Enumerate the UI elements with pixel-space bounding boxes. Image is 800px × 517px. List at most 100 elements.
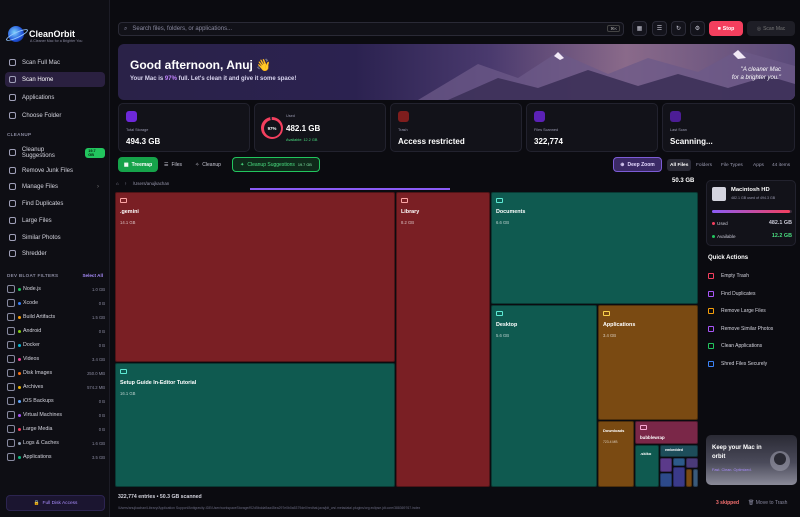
cleanup-suggestions-pill[interactable]: ✦ Cleanup Suggestions 19.7 GB	[232, 157, 320, 172]
checkbox[interactable]	[7, 411, 15, 419]
quick-action-item[interactable]: Find Duplicates	[708, 288, 796, 300]
skipped-count[interactable]: 3 skipped	[716, 500, 739, 506]
bloat-filter-row[interactable]: Disk Images 250.0 MB	[7, 367, 105, 379]
treemap-tile-applications[interactable]: Applications 3.4 GB	[598, 305, 698, 420]
bloat-filter-row[interactable]: Applications 3.5 GB	[7, 451, 105, 463]
list-view-button[interactable]: ☰	[652, 21, 667, 36]
bloat-filter-row[interactable]: Logs & Caches 1.6 GB	[7, 437, 105, 449]
tab-treemap[interactable]: ▦ Treemap	[118, 157, 158, 172]
checkbox[interactable]	[7, 285, 15, 293]
color-dot	[18, 315, 21, 319]
quick-action-item[interactable]: Remove Similar Photos	[708, 323, 796, 335]
checkbox[interactable]	[7, 355, 15, 363]
checkbox[interactable]	[7, 313, 15, 321]
quick-action-item[interactable]: Clean Applications	[708, 340, 796, 352]
move-to-trash-button[interactable]: 🗑 Move to Trash	[748, 500, 787, 506]
bloat-label: Videos	[23, 356, 40, 362]
bloat-filter-row[interactable]: Build Artifacts 1.5 GB	[7, 311, 105, 323]
view-folders[interactable]: Folders	[693, 159, 715, 171]
quick-action-item[interactable]: Empty Trash	[708, 270, 796, 282]
folder-icon	[640, 425, 647, 430]
refresh-button[interactable]: ↻	[671, 21, 686, 36]
treemap-mini-tile[interactable]	[660, 458, 672, 472]
quick-action-item[interactable]: Shred Files Securely	[708, 358, 796, 370]
nav-find-duplicates[interactable]: Find Duplicates	[5, 196, 105, 211]
tile-name: Downloads	[603, 428, 625, 433]
checkbox[interactable]	[7, 383, 15, 391]
bloat-size: 1.5 GB	[91, 314, 105, 320]
nav-label: Find Duplicates	[22, 200, 64, 207]
bloat-filter-row[interactable]: Docker 0 B	[7, 339, 105, 351]
bloat-filter-row[interactable]: Xcode 0 B	[7, 297, 105, 309]
treemap-tile-bubblewrap[interactable]: bubblewrap	[635, 421, 698, 444]
action-label: Find Duplicates	[721, 290, 756, 297]
nav-large-files[interactable]: Large Files	[5, 213, 105, 228]
select-all-link[interactable]: Select All	[82, 273, 103, 278]
bloat-size: 3.4 GB	[91, 356, 105, 362]
nav-shredder[interactable]: Shredder	[5, 246, 105, 261]
settings-button[interactable]: ⚙	[690, 21, 705, 36]
treemap-mini-tile[interactable]	[686, 469, 692, 487]
bloat-filter-row[interactable]: Videos 3.4 GB	[7, 353, 105, 365]
scan-mac-button[interactable]: ◎ Scan Mac	[747, 21, 795, 36]
treemap-tile-desktop[interactable]: Desktop 5.6 GB	[491, 305, 597, 487]
nav-manage-files[interactable]: Manage Files ›	[5, 179, 105, 194]
tile-name: embedded	[665, 448, 683, 452]
checkbox[interactable]	[7, 327, 15, 335]
bloat-size: 0 B	[98, 398, 105, 404]
nav-remove-junk[interactable]: Remove Junk Files	[5, 163, 105, 178]
nav-cleanup-suggestions[interactable]: Cleanup Suggestions 19.7 GB	[5, 145, 105, 160]
disk-name: Macintosh HD	[731, 187, 770, 193]
home-icon[interactable]: ⌂	[116, 181, 119, 186]
tab-files[interactable]: ☰ Files	[160, 157, 186, 172]
tab-cleanup[interactable]: ✧ Cleanup	[190, 157, 226, 172]
treemap-tile-gemini[interactable]: .gemini 14.1 GB	[115, 192, 395, 362]
checkbox[interactable]	[7, 341, 15, 349]
treemap-icon: ▦	[123, 161, 129, 168]
treemap: .gemini 14.1 GB Setup Guide In-Editor Tu…	[115, 192, 698, 487]
action-icon	[708, 343, 714, 349]
view-file-types[interactable]: File Types	[718, 159, 746, 171]
checkbox[interactable]	[7, 425, 15, 433]
checkbox[interactable]	[7, 369, 15, 377]
deep-zoom-button[interactable]: ⊕ Deep Zoom	[613, 157, 662, 172]
treemap-mini-tile[interactable]	[673, 458, 685, 466]
bloat-filter-row[interactable]: Node.js 1.0 GB	[7, 283, 105, 295]
checkbox[interactable]	[7, 453, 15, 461]
bloat-filter-row[interactable]: Archives 574.2 MB	[7, 381, 105, 393]
grid-view-button[interactable]: ▦	[632, 21, 647, 36]
nav-similar-photos[interactable]: Similar Photos	[5, 230, 105, 245]
disk-usage-text: 482.1 GB used of 494.3 GB	[731, 196, 776, 200]
treemap-tile-library[interactable]: Library 8.2 GB	[396, 192, 490, 487]
row-label: Available	[717, 233, 736, 239]
view-apps[interactable]: Apps	[750, 159, 767, 171]
checkbox[interactable]	[7, 299, 15, 307]
nav-applications[interactable]: Applications	[5, 90, 105, 105]
nav-choose-folder[interactable]: Choose Folder	[5, 108, 105, 123]
treemap-tile-embedded[interactable]: embedded	[660, 445, 698, 457]
treemap-mini-tile[interactable]	[693, 469, 698, 487]
checkbox[interactable]	[7, 439, 15, 447]
treemap-mini-tile[interactable]	[686, 458, 698, 468]
nav-scan-full-mac[interactable]: Scan Full Mac	[5, 55, 105, 70]
nav-scan-home[interactable]: Scan Home	[5, 72, 105, 87]
treemap-tile-documents[interactable]: Documents 6.6 GB	[491, 192, 698, 304]
treemap-tile-skiko[interactable]: .skiko	[635, 445, 659, 487]
quick-action-item[interactable]: Remove Large Files	[708, 305, 796, 317]
tile-size: 14.1 GB	[120, 220, 136, 225]
checkbox[interactable]	[7, 397, 15, 405]
treemap-tile-downloads[interactable]: Downloads 723.4 MB	[598, 421, 634, 487]
bloat-filter-row[interactable]: Android 0 B	[7, 325, 105, 337]
treemap-tile-setup-guide[interactable]: Setup Guide In-Editor Tutorial 16.1 GB	[115, 363, 395, 487]
bloat-filter-row[interactable]: Large Media 0 B	[7, 423, 105, 435]
bloat-filter-row[interactable]: Virtual Machines 0 B	[7, 409, 105, 421]
stop-button[interactable]: ■ Stop	[709, 21, 743, 36]
treemap-mini-tile[interactable]	[673, 467, 685, 487]
up-arrow-icon[interactable]: ↑	[125, 181, 127, 186]
bloat-filter-row[interactable]: iOS Backups 0 B	[7, 395, 105, 407]
view-all-files[interactable]: All Files	[667, 159, 692, 171]
full-disk-access-button[interactable]: 🔒 Full Disk Access	[6, 495, 105, 511]
treemap-mini-tile[interactable]	[660, 473, 672, 487]
nav-label: Cleanup Suggestions	[21, 146, 55, 159]
search-input[interactable]: ⌕ Search files, folders, or applications…	[118, 22, 624, 36]
